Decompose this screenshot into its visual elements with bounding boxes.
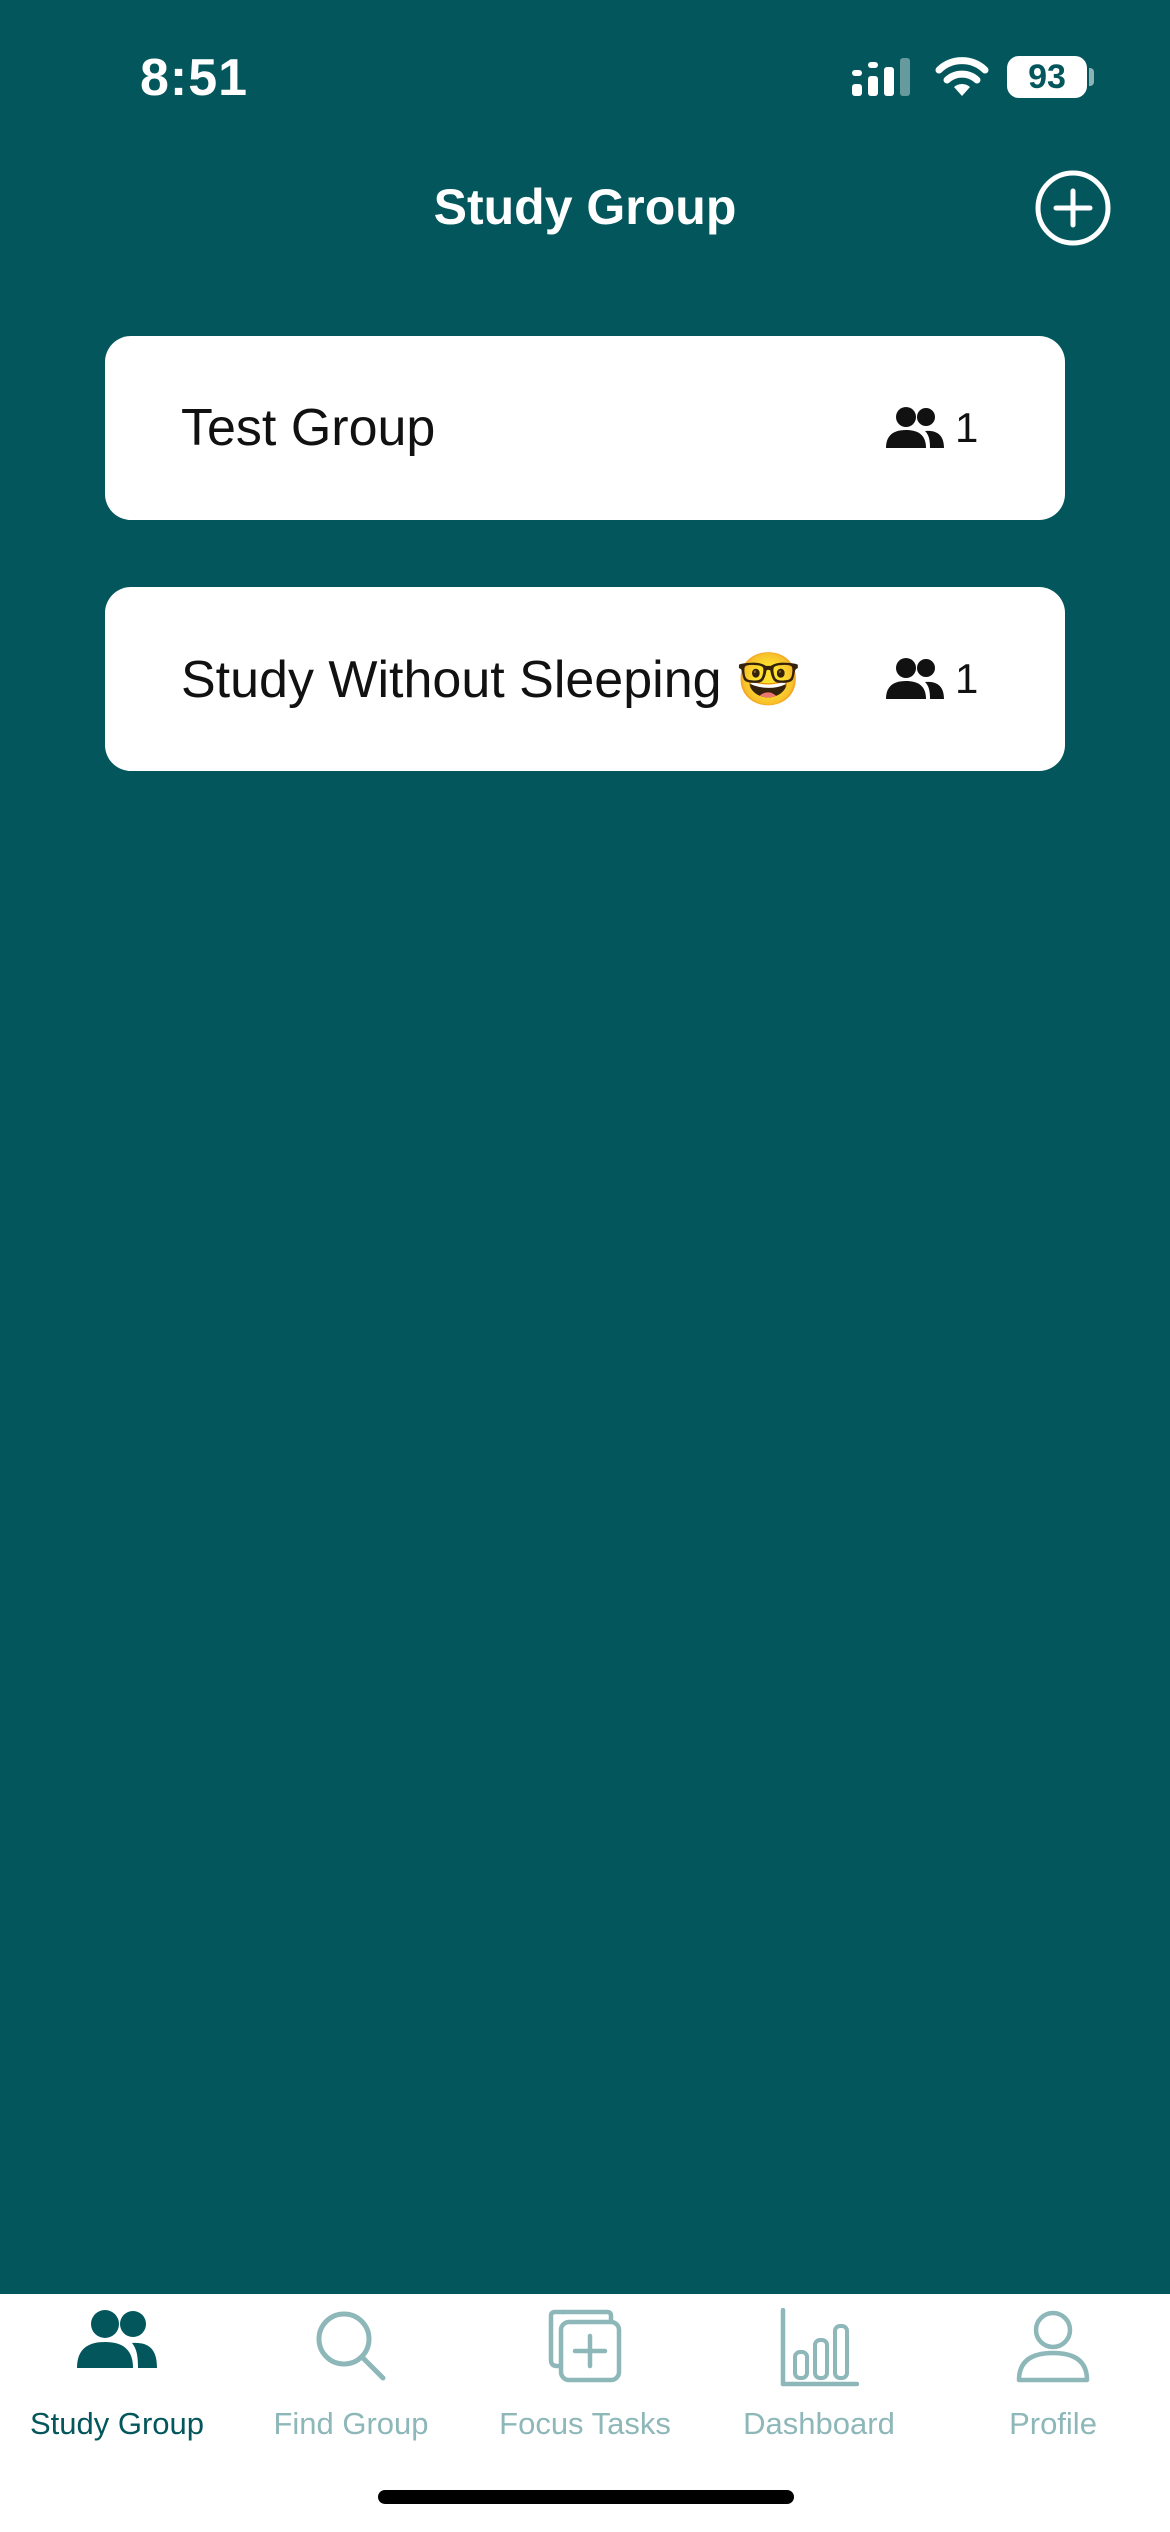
group-name: Test Group bbox=[181, 399, 436, 457]
status-bar: 8:51 93 bbox=[0, 0, 1170, 150]
tab-find-group[interactable]: Find Group bbox=[234, 2294, 468, 2464]
wifi-icon bbox=[935, 57, 989, 96]
battery-level: 93 bbox=[1028, 57, 1066, 96]
add-task-icon bbox=[548, 2309, 622, 2383]
battery-indicator: 93 bbox=[1007, 56, 1087, 98]
home-indicator bbox=[378, 2490, 794, 2504]
group-list: Test Group 1 Study Without Sleeping 🤓 1 bbox=[105, 336, 1065, 838]
tab-dashboard[interactable]: Dashboard bbox=[702, 2294, 936, 2464]
tab-label: Dashboard bbox=[743, 2406, 895, 2441]
add-group-button[interactable] bbox=[1034, 169, 1112, 247]
tab-profile[interactable]: Profile bbox=[936, 2294, 1170, 2464]
person-icon bbox=[1016, 2310, 1090, 2383]
tab-study-group[interactable]: Study Group bbox=[0, 2294, 234, 2464]
group-name: Study Without Sleeping 🤓 bbox=[181, 650, 801, 709]
battery-cap bbox=[1089, 68, 1094, 86]
tab-label: Find Group bbox=[273, 2406, 429, 2441]
bar-chart-icon bbox=[780, 2308, 859, 2387]
search-icon bbox=[316, 2311, 386, 2381]
tab-label: Study Group bbox=[29, 2406, 205, 2441]
tab-label: Profile bbox=[1009, 2406, 1097, 2441]
page-title: Study Group bbox=[433, 179, 737, 235]
people-icon bbox=[77, 2310, 157, 2368]
member-count: 1 bbox=[955, 404, 979, 451]
members-icon bbox=[886, 407, 944, 448]
tab-label: Focus Tasks bbox=[499, 2406, 671, 2441]
member-count: 1 bbox=[955, 655, 979, 702]
status-time: 8:51 bbox=[140, 49, 249, 107]
group-card[interactable]: Study Without Sleeping 🤓 1 bbox=[105, 587, 1065, 771]
members-icon bbox=[886, 658, 944, 699]
group-card[interactable]: Test Group 1 bbox=[105, 336, 1065, 520]
tab-focus-tasks[interactable]: Focus Tasks bbox=[468, 2294, 702, 2464]
cellular-signal-icon bbox=[852, 58, 910, 96]
